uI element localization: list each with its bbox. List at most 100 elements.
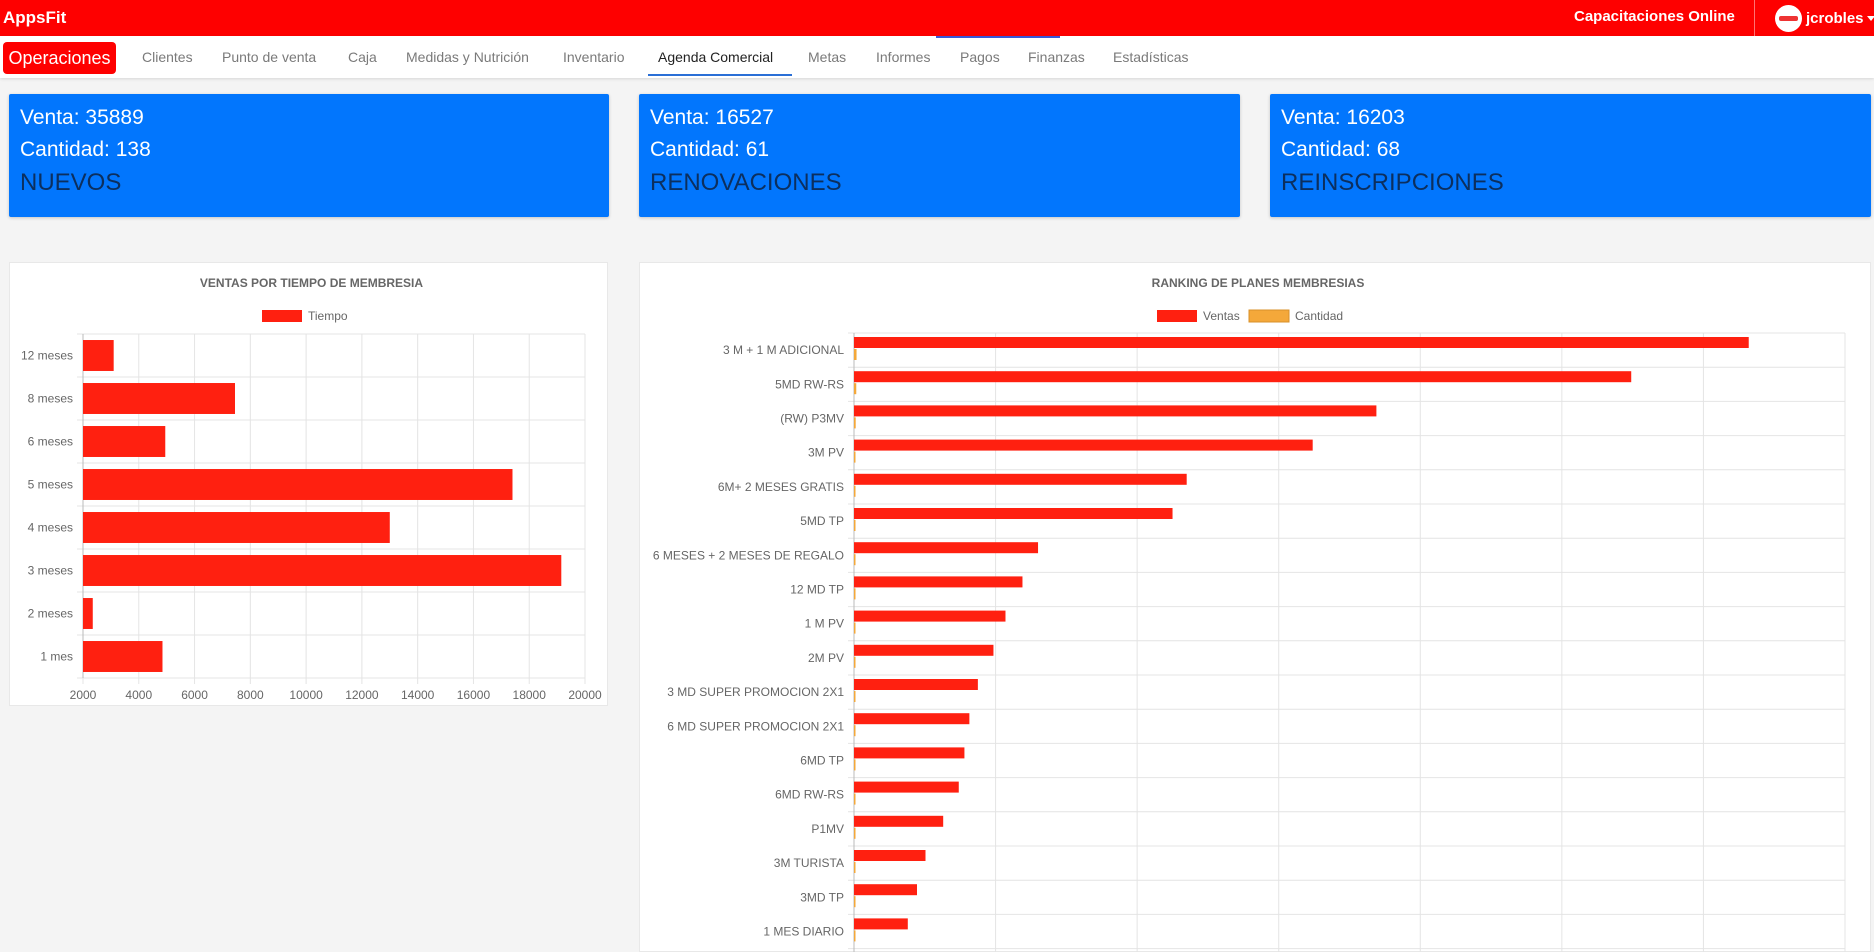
bar-ventas — [854, 815, 944, 827]
avatar — [1775, 4, 1802, 32]
bar-ventas — [854, 610, 1006, 622]
training-link[interactable]: Capacitaciones Online — [1574, 8, 1735, 25]
bar-ventas — [854, 542, 1039, 554]
bar-ventas — [854, 473, 1187, 485]
bar-ventas — [854, 781, 959, 793]
bar-cantidad — [854, 725, 856, 737]
bar-ventas — [854, 337, 1749, 348]
y-tick-label: 5 meses — [28, 478, 73, 492]
bar-cantidad — [854, 691, 856, 702]
user-menu[interactable]: jcrobles — [1775, 3, 1874, 33]
bar-cantidad — [854, 349, 857, 360]
nav-item-pagos[interactable]: Pagos — [960, 49, 1000, 65]
nav-item-metas[interactable]: Metas — [808, 49, 846, 65]
bar-cantidad — [854, 554, 856, 566]
x-tick-label: 4000 — [125, 688, 152, 702]
x-tick-label: 2000 — [70, 688, 97, 702]
y-tick-label: 1 mes — [40, 650, 73, 664]
bar-cantidad — [854, 383, 857, 395]
card-label: NUEVOS — [20, 169, 122, 196]
bar-ventas — [854, 918, 908, 930]
nav-item-medidas-nutricion[interactable]: Medidas y Nutrición — [406, 49, 529, 65]
x-tick-label: 14000 — [401, 688, 435, 702]
y-tick-label: 2 meses — [28, 607, 73, 621]
chart-panel-tiempo: VENTAS POR TIEMPO DE MEMBRESIA Tiempo 2000… — [9, 262, 608, 706]
bar-ventas — [854, 679, 978, 690]
x-tick-label: 8000 — [237, 688, 264, 702]
summary-card-reinscripciones: Venta: 16203 Cantidad: 68 REINSCRIPCIONE… — [1270, 94, 1871, 217]
user-name: jcrobles — [1806, 9, 1864, 27]
nav-item-informes[interactable]: Informes — [876, 49, 930, 65]
x-tick-label: 6000 — [181, 688, 208, 702]
y-tick-label: 6 meses — [28, 435, 73, 449]
y-tick-label: 12 meses — [21, 349, 73, 363]
y-tick-label: 2M PV — [808, 651, 844, 665]
y-tick-label: 12 MD TP — [790, 583, 844, 597]
y-tick-label: 1 MES DIARIO — [763, 925, 844, 939]
y-tick-label: 8 meses — [28, 392, 73, 406]
bar-cantidad — [854, 520, 856, 531]
chevron-down-icon — [1866, 15, 1874, 21]
card-cantidad: Cantidad: 138 — [20, 138, 151, 161]
card-venta: Venta: 16203 — [1281, 106, 1405, 129]
bar-tiempo — [83, 426, 166, 457]
bar-ventas — [854, 644, 994, 656]
bar-cantidad — [854, 622, 856, 634]
app-brand[interactable]: AppsFit — [3, 8, 66, 28]
bar-ventas — [854, 371, 1632, 383]
bar-cantidad — [854, 588, 856, 600]
y-tick-label: (RW) P3MV — [780, 412, 844, 426]
legend-label-ventas: Ventas — [1203, 309, 1240, 323]
x-tick-label: 18000 — [513, 688, 547, 702]
bar-cantidad — [854, 793, 856, 805]
bar-tiempo — [83, 340, 114, 371]
bar-ventas — [854, 850, 926, 861]
bar-cantidad — [854, 896, 856, 908]
y-tick-label: 6MD RW-RS — [775, 788, 844, 802]
summary-card-nuevos: Venta: 35889 Cantidad: 138 NUEVOS — [9, 94, 609, 217]
nav-item-punto-de-venta[interactable]: Punto de venta — [222, 49, 316, 65]
y-tick-label: 5MD RW-RS — [775, 377, 844, 391]
bar-ventas — [854, 884, 917, 896]
y-tick-label: 3M TURISTA — [774, 856, 844, 870]
nav-item-finanzas[interactable]: Finanzas — [1028, 49, 1085, 65]
bar-tiempo — [83, 555, 562, 586]
card-cantidad: Cantidad: 61 — [650, 138, 770, 161]
nav-item-estadisticas[interactable]: Estadísticas — [1113, 49, 1188, 65]
nav-item-clientes[interactable]: Clientes — [142, 49, 193, 65]
chart-ranking-planes: RANKING DE PLANES MEMBRESIAS Ventas Cantid… — [653, 276, 1846, 952]
y-tick-label: 6M+ 2 MESES GRATIS — [718, 480, 844, 494]
nav-operaciones-button[interactable]: Operaciones — [3, 42, 116, 74]
nav-item-agenda-comercial[interactable]: Agenda Comercial — [658, 49, 773, 65]
bar-cantidad — [854, 862, 856, 873]
card-label: REINSCRIPCIONES — [1281, 169, 1504, 196]
y-tick-label: 3 meses — [28, 564, 73, 578]
y-tick-label: 4 meses — [28, 521, 73, 535]
bar-tiempo — [83, 512, 390, 543]
top-divider — [1754, 0, 1755, 36]
summary-card-renovaciones: Venta: 16527 Cantidad: 61 RENOVACIONES — [639, 94, 1240, 217]
chart-panel-ranking: RANKING DE PLANES MEMBRESIAS Ventas Cantid… — [639, 262, 1871, 952]
nav-item-inventario[interactable]: Inventario — [563, 49, 624, 65]
y-tick-label: 6 MESES + 2 MESES DE REGALO — [653, 548, 844, 562]
card-label: RENOVACIONES — [650, 169, 842, 196]
bar-tiempo — [83, 383, 235, 414]
y-tick-label: 3M PV — [808, 446, 844, 460]
chart-ventas-tiempo: VENTAS POR TIEMPO DE MEMBRESIA Tiempo 2000… — [21, 276, 602, 702]
y-tick-label: 5MD TP — [800, 514, 844, 528]
card-venta: Venta: 35889 — [20, 106, 144, 129]
active-tab-indicator — [648, 74, 792, 76]
nav-item-caja[interactable]: Caja — [348, 49, 377, 65]
bar-cantidad — [854, 827, 856, 839]
main-nav: Operaciones Clientes Punto de venta Caja… — [0, 36, 1874, 78]
y-tick-label: 3 MD SUPER PROMOCION 2X1 — [667, 685, 844, 699]
legend-swatch-cantidad — [1248, 309, 1290, 323]
card-cantidad: Cantidad: 68 — [1281, 138, 1401, 161]
bar-cantidad — [854, 485, 856, 497]
bar-cantidad — [854, 656, 856, 668]
legend-swatch-tiempo — [262, 310, 302, 322]
x-tick-label: 12000 — [345, 688, 379, 702]
top-bar: AppsFit Capacitaciones Online jcrobles — [0, 0, 1874, 36]
x-tick-label: 10000 — [289, 688, 323, 702]
bar-tiempo — [83, 641, 163, 672]
